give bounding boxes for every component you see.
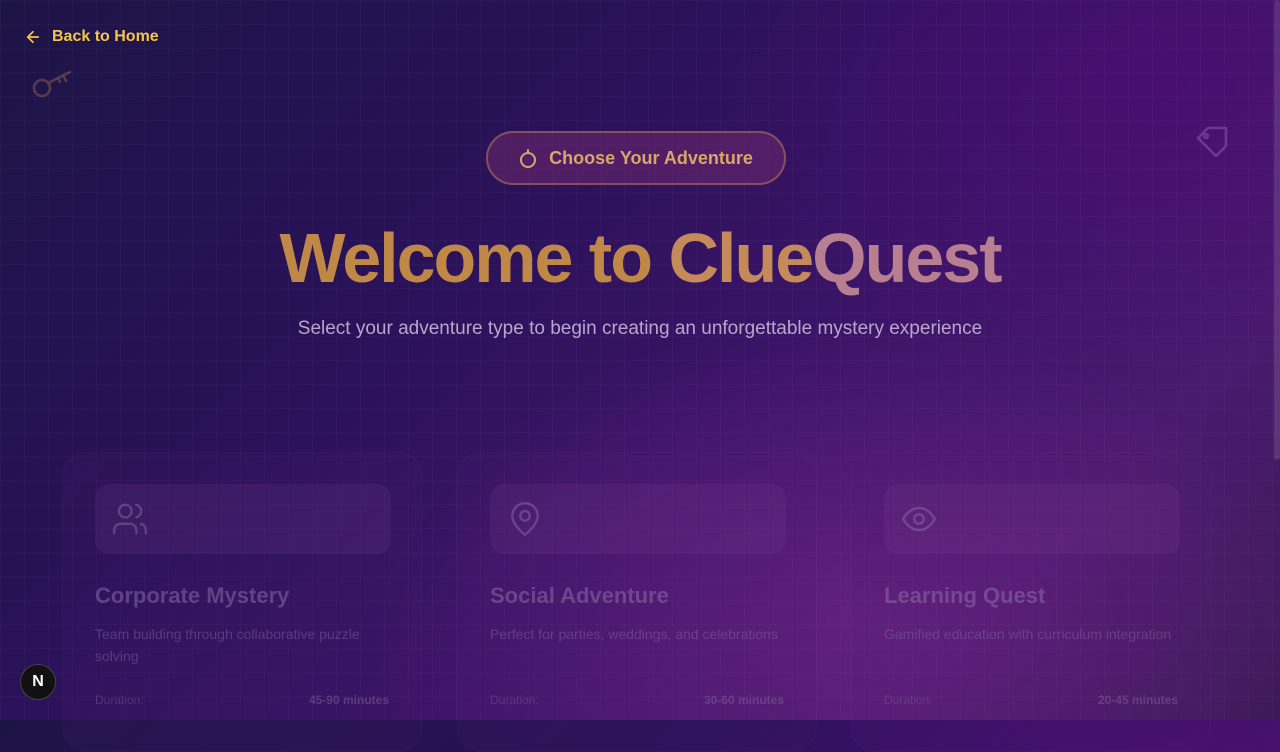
card-duration-value: 45-90 minutes (308, 693, 389, 707)
card-icon-box (490, 484, 786, 554)
tag-icon (1196, 126, 1228, 158)
key-icon (32, 70, 72, 98)
card-icon-box (95, 484, 391, 554)
card-title: Corporate Mystery (95, 583, 290, 608)
back-to-home-link[interactable]: Back to Home (24, 26, 159, 48)
arrow-left-icon (26, 30, 40, 44)
back-to-home-label: Back to Home (52, 28, 159, 45)
eye-icon (901, 506, 937, 532)
map-pin-icon (511, 501, 539, 537)
card-duration-label: Duration: (884, 693, 933, 707)
page-subtitle: Select your adventure type to begin crea… (297, 318, 983, 339)
badge-letter: N (32, 673, 44, 690)
adventure-card-corporate[interactable]: Corporate Mystery Team building through … (62, 452, 422, 752)
card-description: Gamified education with curriculum integ… (884, 626, 1172, 642)
card-title: Learning Quest (884, 583, 1046, 608)
title-part-welcome: Welcome to (279, 219, 653, 297)
users-icon (112, 503, 148, 535)
title-part-clue: Clue (668, 219, 814, 297)
timer-icon (520, 149, 537, 168)
card-title: Social Adventure (490, 583, 669, 608)
card-duration-label: Duration: (95, 693, 144, 707)
card-description: Perfect for parties, weddings, and celeb… (490, 626, 778, 642)
card-icon-box (884, 484, 1180, 554)
adventure-card-social[interactable]: Social Adventure Perfect for parties, we… (457, 452, 817, 752)
card-description: Team building through collaborative puzz… (95, 626, 360, 664)
card-duration-label: Duration: (490, 693, 539, 707)
nextjs-dev-badge[interactable]: N (20, 664, 56, 700)
choose-adventure-label: Choose Your Adventure (549, 147, 753, 168)
card-duration-value: 30-60 minutes (703, 693, 784, 707)
choose-adventure-badge: Choose Your Adventure (486, 131, 786, 185)
title-part-quest: Quest (812, 219, 1002, 297)
page-title: Welcome to ClueQuest (0, 218, 1280, 298)
card-duration-value: 20-45 minutes (1097, 693, 1178, 707)
scrollbar[interactable] (1274, 0, 1280, 460)
adventure-card-learning[interactable]: Learning Quest Gamified education with c… (851, 452, 1211, 752)
